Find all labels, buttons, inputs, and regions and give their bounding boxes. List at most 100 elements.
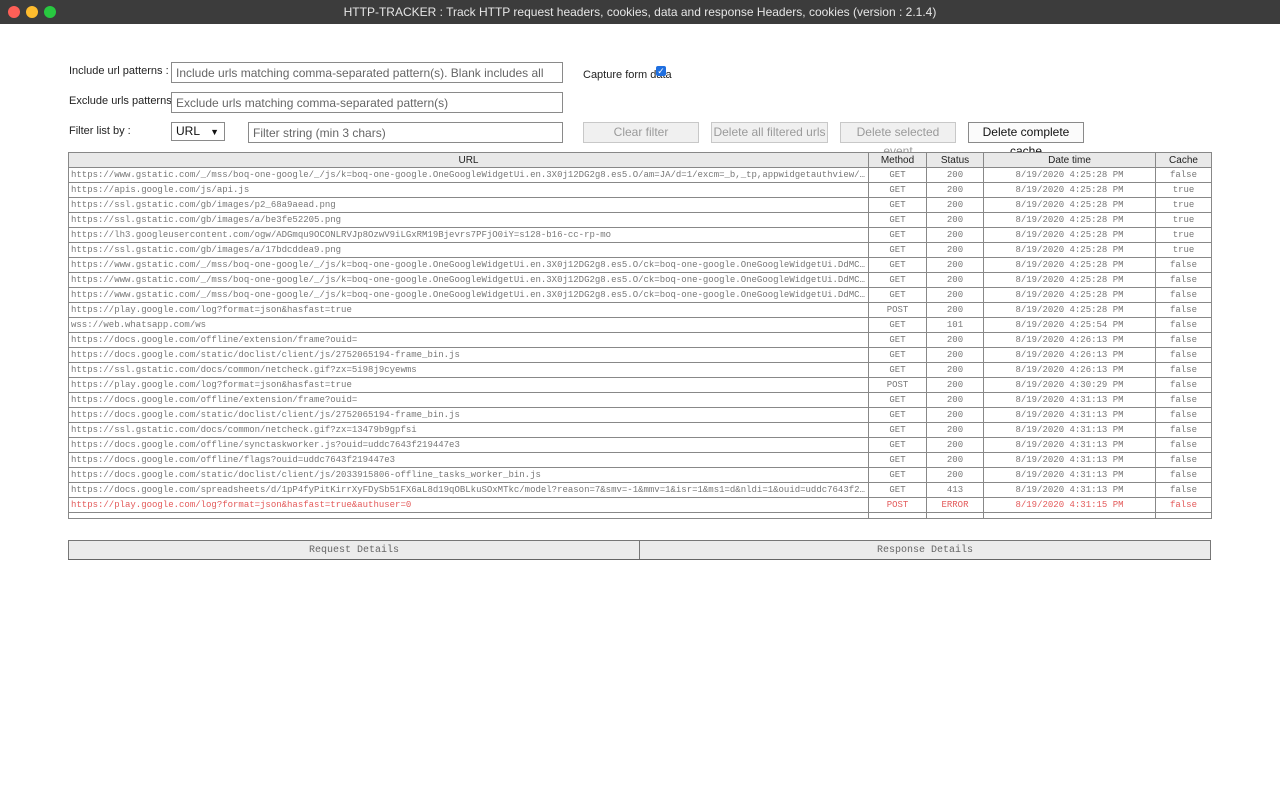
table-row[interactable]: https://docs.google.com/static/doclist/c… — [68, 347, 1212, 363]
status-column-header[interactable]: Status — [926, 152, 984, 168]
table-row[interactable]: https://www.gstatic.com/_/mss/boq-one-go… — [68, 167, 1212, 183]
delete-selected-event-button[interactable]: Delete selected event — [840, 122, 956, 158]
table-row[interactable]: https://ssl.gstatic.com/docs/common/netc… — [68, 422, 1212, 438]
filter-list-label: Filter list by : — [69, 125, 131, 137]
status-cell: 200 — [926, 362, 984, 378]
url-cell: https://play.google.com/log?format=json&… — [68, 497, 869, 513]
status-cell: 200 — [926, 242, 984, 258]
table-row[interactable]: https://lh3.googleusercontent.com/ogw/AD… — [68, 227, 1212, 243]
method-column-header[interactable]: Method — [868, 152, 927, 168]
method-cell: GET — [868, 257, 927, 273]
cache-cell: false — [1155, 332, 1212, 348]
partial-cell — [926, 512, 984, 519]
table-row[interactable]: https://www.gstatic.com/_/mss/boq-one-go… — [68, 272, 1212, 288]
response-details-tab[interactable]: Response Details — [639, 540, 1211, 560]
method-cell: POST — [868, 377, 927, 393]
status-cell: 200 — [926, 452, 984, 468]
url-cell: https://docs.google.com/offline/extensio… — [68, 332, 869, 348]
clear-filter-button[interactable]: Clear filter — [583, 122, 699, 143]
table-row[interactable]: https://play.google.com/log?format=json&… — [68, 302, 1212, 318]
cache-cell: false — [1155, 482, 1212, 498]
status-cell: 200 — [926, 422, 984, 438]
datetime-cell: 8/19/2020 4:26:13 PM — [983, 332, 1156, 348]
table-row[interactable]: https://ssl.gstatic.com/gb/images/a/be3f… — [68, 212, 1212, 228]
table-row[interactable]: https://docs.google.com/offline/flags?ou… — [68, 452, 1212, 468]
table-row[interactable]: https://docs.google.com/offline/synctask… — [68, 437, 1212, 453]
url-cell: https://ssl.gstatic.com/docs/common/netc… — [68, 422, 869, 438]
method-cell: POST — [868, 302, 927, 318]
method-cell: GET — [868, 212, 927, 228]
url-cell: https://docs.google.com/spreadsheets/d/1… — [68, 482, 869, 498]
capture-form-data-checkbox[interactable]: ✓ — [656, 66, 666, 76]
method-cell: GET — [868, 317, 927, 333]
cache-cell: false — [1155, 167, 1212, 183]
cache-cell: true — [1155, 227, 1212, 243]
datetime-cell: 8/19/2020 4:25:28 PM — [983, 302, 1156, 318]
status-cell: 200 — [926, 392, 984, 408]
table-row[interactable]: https://ssl.gstatic.com/docs/common/netc… — [68, 362, 1212, 378]
include-patterns-input[interactable] — [171, 62, 563, 83]
url-cell: https://docs.google.com/offline/synctask… — [68, 437, 869, 453]
url-cell: https://ssl.gstatic.com/gb/images/a/17bd… — [68, 242, 869, 258]
table-row[interactable]: https://docs.google.com/static/doclist/c… — [68, 467, 1212, 483]
datetime-cell: 8/19/2020 4:25:28 PM — [983, 242, 1156, 258]
status-cell: 200 — [926, 407, 984, 423]
status-cell: 200 — [926, 182, 984, 198]
datetime-cell: 8/19/2020 4:31:15 PM — [983, 497, 1156, 513]
datetime-cell: 8/19/2020 4:31:13 PM — [983, 452, 1156, 468]
table-row[interactable]: https://play.google.com/log?format=json&… — [68, 497, 1212, 513]
request-details-tab[interactable]: Request Details — [68, 540, 640, 560]
method-cell: GET — [868, 437, 927, 453]
delete-complete-cache-button[interactable]: Delete complete cache — [968, 122, 1084, 158]
method-cell: GET — [868, 227, 927, 243]
cache-cell: false — [1155, 287, 1212, 303]
table-row[interactable]: wss://web.whatsapp.com/ws GET 101 8/19/2020… — [68, 317, 1212, 333]
method-cell: GET — [868, 242, 927, 258]
cache-cell: true — [1155, 197, 1212, 213]
delete-filtered-urls-button[interactable]: Delete all filtered urls — [711, 122, 828, 143]
filter-field-select[interactable]: URL ▼ — [171, 122, 225, 141]
cache-cell: false — [1155, 272, 1212, 288]
url-cell: https://www.gstatic.com/_/mss/boq-one-go… — [68, 257, 869, 273]
datetime-cell: 8/19/2020 4:31:13 PM — [983, 482, 1156, 498]
url-cell: https://ssl.gstatic.com/gb/images/p2_68a… — [68, 197, 869, 213]
status-cell: 200 — [926, 212, 984, 228]
table-row[interactable]: https://docs.google.com/spreadsheets/d/1… — [68, 482, 1212, 498]
method-cell: GET — [868, 422, 927, 438]
table-row[interactable]: https://docs.google.com/static/doclist/c… — [68, 407, 1212, 423]
table-row[interactable]: https://ssl.gstatic.com/gb/images/p2_68a… — [68, 197, 1212, 213]
url-column-header[interactable]: URL — [68, 152, 869, 168]
cache-column-header[interactable]: Cache — [1155, 152, 1212, 168]
method-cell: GET — [868, 182, 927, 198]
method-cell: GET — [868, 467, 927, 483]
table-row[interactable]: https://apis.google.com/js/api.js GET 200 8… — [68, 182, 1212, 198]
filter-string-input[interactable] — [248, 122, 563, 143]
url-cell: https://apis.google.com/js/api.js — [68, 182, 869, 198]
url-cell: https://www.gstatic.com/_/mss/boq-one-go… — [68, 167, 869, 183]
chevron-down-icon: ▼ — [210, 127, 219, 137]
exclude-patterns-label: Exclude urls patterns : — [69, 95, 178, 107]
url-cell: https://play.google.com/log?format=json&… — [68, 377, 869, 393]
details-divider — [68, 559, 1211, 560]
cache-cell: false — [1155, 347, 1212, 363]
datetime-cell: 8/19/2020 4:25:28 PM — [983, 287, 1156, 303]
datetime-column-header[interactable]: Date time — [983, 152, 1156, 168]
cache-cell: false — [1155, 497, 1212, 513]
filter-field-value: URL — [176, 124, 201, 138]
datetime-cell: 8/19/2020 4:30:29 PM — [983, 377, 1156, 393]
table-row[interactable]: https://ssl.gstatic.com/gb/images/a/17bd… — [68, 242, 1212, 258]
method-cell: GET — [868, 167, 927, 183]
table-row[interactable]: https://docs.google.com/offline/extensio… — [68, 332, 1212, 348]
table-row[interactable]: https://play.google.com/log?format=json&… — [68, 377, 1212, 393]
partial-cell — [868, 512, 927, 519]
exclude-patterns-input[interactable] — [171, 92, 563, 113]
cache-cell: false — [1155, 392, 1212, 408]
table-row[interactable]: https://www.gstatic.com/_/mss/boq-one-go… — [68, 287, 1212, 303]
url-cell: https://docs.google.com/offline/flags?ou… — [68, 452, 869, 468]
cache-cell: true — [1155, 182, 1212, 198]
table-row[interactable]: https://www.gstatic.com/_/mss/boq-one-go… — [68, 257, 1212, 273]
method-cell: GET — [868, 482, 927, 498]
table-row[interactable]: https://docs.google.com/offline/extensio… — [68, 392, 1212, 408]
method-cell: GET — [868, 362, 927, 378]
method-cell: GET — [868, 392, 927, 408]
